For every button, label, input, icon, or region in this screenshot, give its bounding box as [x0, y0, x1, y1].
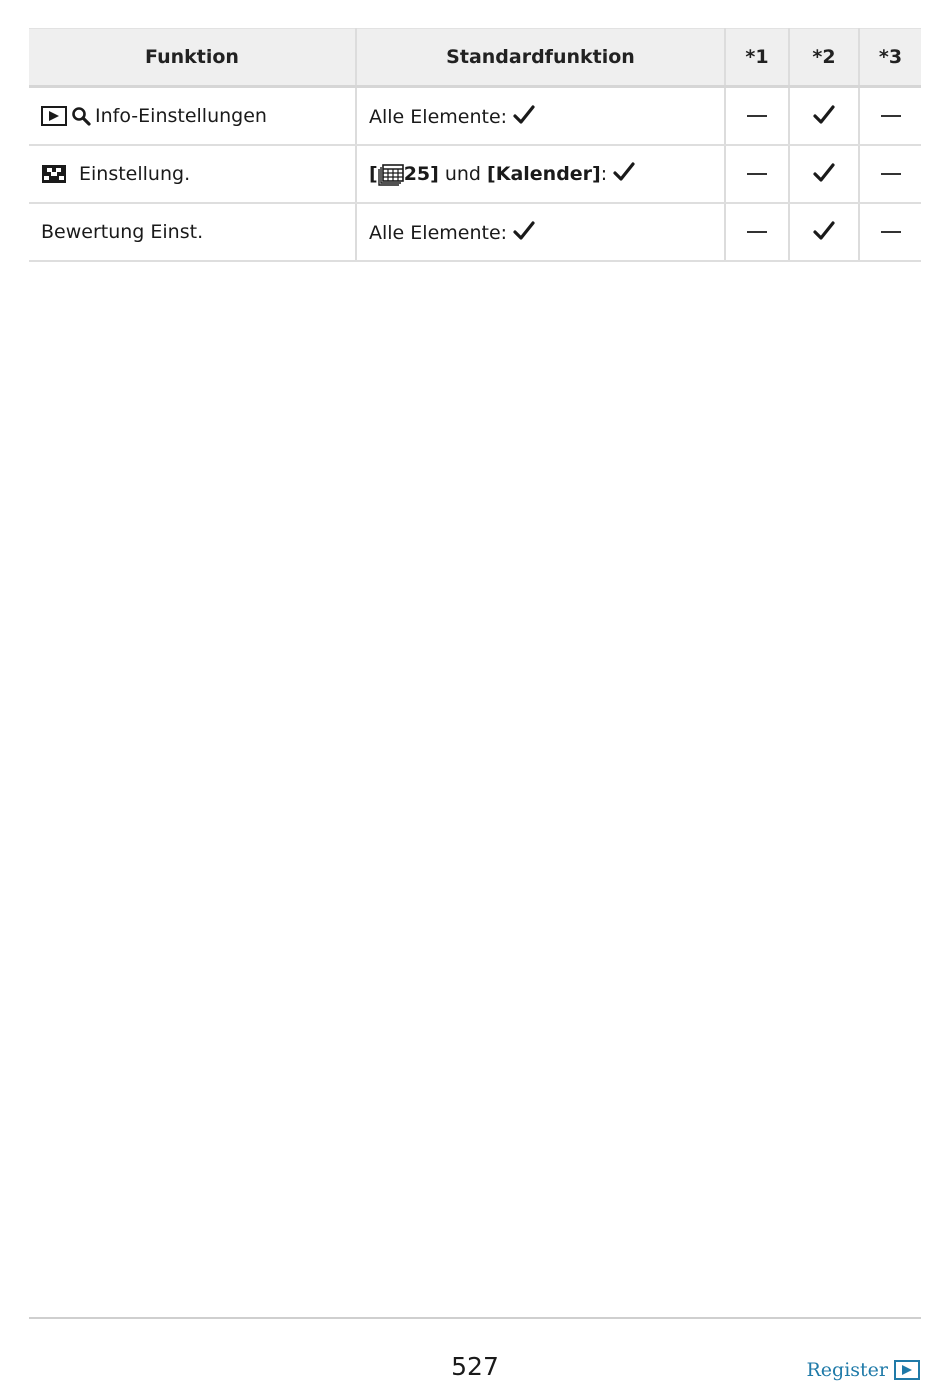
- magnify-icon: [72, 106, 91, 126]
- footer-divider: [29, 1317, 921, 1319]
- standard-cell: Alle Elemente:: [355, 202, 725, 262]
- standard-text: Alle Elemente:: [369, 221, 508, 244]
- register-link[interactable]: Register: [806, 1359, 920, 1381]
- function-cell: Bewertung Einst.: [29, 202, 356, 262]
- dash-icon: [747, 173, 767, 175]
- header-standardfunktion: Standardfunktion: [355, 28, 725, 88]
- table-row: Info-Einstellungen Alle Elemente:: [29, 86, 921, 146]
- note-1-cell: [724, 86, 789, 146]
- check-icon: [513, 220, 535, 240]
- note-2-cell: [788, 86, 859, 146]
- dash-icon: [880, 173, 901, 175]
- function-label: Einstellung.: [79, 162, 191, 185]
- note-3-cell: [858, 202, 921, 262]
- index-value: 25]: [403, 163, 439, 186]
- standard-text: Alle Elemente:: [369, 105, 508, 128]
- header-note-3: *3: [858, 28, 921, 88]
- function-label: Bewertung Einst.: [41, 220, 204, 243]
- header-note-2: *2: [788, 28, 859, 88]
- settings-table: Funktion Standardfunktion *1 *2 *3 Info-…: [29, 28, 921, 262]
- playback-icon: [894, 1360, 920, 1380]
- table-row: Einstellung. [ 25] und [Kalender]:: [29, 144, 921, 204]
- check-icon: [513, 105, 535, 124]
- function-label: Info-Einstellungen: [95, 104, 267, 127]
- playback-icon: [41, 105, 67, 126]
- table-header-row: Funktion Standardfunktion *1 *2 *3: [29, 28, 921, 88]
- standard-cell: [ 25] und [Kalender]:: [355, 144, 725, 204]
- check-icon: [813, 105, 835, 124]
- register-label: Register: [806, 1359, 888, 1381]
- conjunction-text: und: [438, 163, 488, 186]
- dash-icon: [880, 115, 901, 118]
- function-cell: Einstellung.: [29, 144, 356, 204]
- bracket-open: [: [369, 163, 378, 186]
- note-1-cell: [724, 144, 789, 204]
- standard-cell: Alle Elemente:: [355, 86, 725, 146]
- note-3-cell: [858, 86, 921, 146]
- check-icon: [613, 162, 635, 181]
- note-1-cell: [724, 202, 789, 262]
- check-icon: [813, 162, 835, 182]
- calendar-label: [Kalender]: [487, 163, 601, 186]
- dash-icon: [880, 231, 901, 233]
- note-3-cell: [858, 144, 921, 204]
- note-2-cell: [788, 144, 859, 204]
- function-cell: Info-Einstellungen: [29, 86, 356, 146]
- index-grid-icon: [42, 164, 66, 183]
- header-note-1: *1: [724, 28, 789, 88]
- check-icon: [813, 220, 835, 240]
- table-row: Bewertung Einst. Alle Elemente:: [29, 202, 921, 262]
- colon-text: :: [600, 163, 608, 186]
- note-2-cell: [788, 202, 859, 262]
- index-calendar-icon: [377, 163, 404, 186]
- dash-icon: [747, 115, 767, 118]
- dash-icon: [747, 231, 767, 233]
- header-funktion: Funktion: [29, 28, 356, 88]
